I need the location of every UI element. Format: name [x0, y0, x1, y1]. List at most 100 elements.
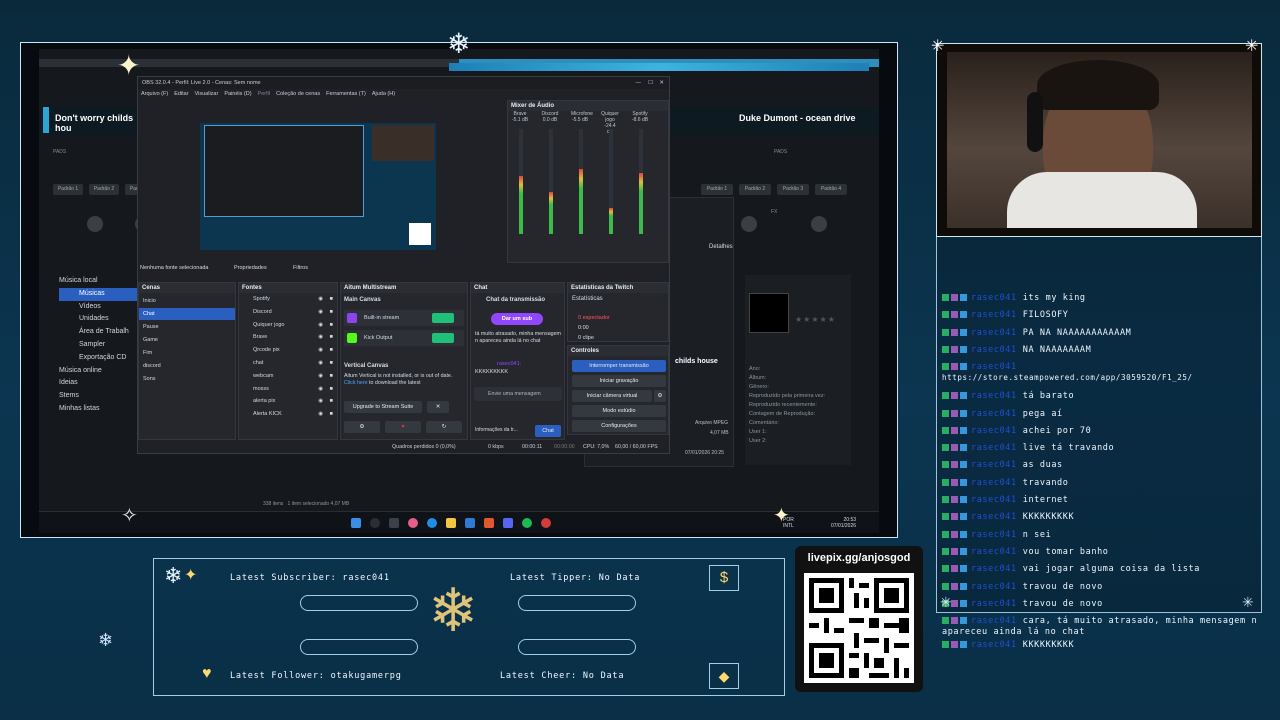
rating-stars[interactable]: ★★★★★ — [795, 315, 836, 324]
refresh-icon[interactable]: ↻ — [426, 421, 462, 433]
volume-meter[interactable] — [579, 129, 583, 234]
volume-meter[interactable] — [609, 129, 613, 234]
visibility-eye-icon[interactable]: ◉ — [318, 370, 323, 382]
source-item[interactable]: Brave ◉ ■ — [239, 331, 337, 344]
visibility-eye-icon[interactable]: ◉ — [318, 383, 323, 395]
folder-icon[interactable] — [446, 518, 456, 528]
source-item[interactable]: Discord ◉ ■ — [239, 306, 337, 319]
menu-item[interactable]: Coleção de cenas — [276, 89, 320, 100]
lock-icon[interactable]: ■ — [330, 331, 333, 343]
scene-item[interactable]: Game — [139, 334, 235, 346]
properties-button[interactable]: Propriedades — [234, 265, 267, 271]
output-toggle[interactable] — [432, 313, 454, 323]
menu-item[interactable]: Visualizar — [195, 89, 219, 100]
task-view-icon[interactable] — [389, 518, 399, 528]
lock-icon[interactable]: ■ — [330, 344, 333, 356]
stop-stream-button[interactable]: Interromper transmissão — [572, 360, 666, 372]
volume-meter[interactable] — [549, 129, 553, 234]
pad-button[interactable]: Padrão 2 — [89, 184, 119, 195]
chat-link[interactable]: https://store.steampowered.com/app/30595… — [942, 373, 1193, 382]
store-icon[interactable] — [465, 518, 475, 528]
upgrade-button[interactable]: Upgrade to Stream Suite — [344, 401, 422, 413]
visibility-eye-icon[interactable]: ◉ — [318, 357, 323, 369]
fx-knob-right[interactable] — [811, 216, 827, 232]
source-item[interactable]: mosss ◉ ■ — [239, 383, 337, 396]
menu-item[interactable]: Editar — [174, 89, 188, 100]
visibility-eye-icon[interactable]: ◉ — [318, 293, 323, 305]
discord-icon[interactable] — [503, 518, 513, 528]
chat-send-button[interactable]: Chat — [535, 425, 561, 437]
visibility-eye-icon[interactable]: ◉ — [318, 331, 323, 343]
download-link[interactable]: Click here — [344, 380, 368, 386]
close-icon[interactable]: ✕ — [427, 401, 449, 413]
lock-icon[interactable]: ■ — [330, 408, 333, 420]
visibility-eye-icon[interactable]: ◉ — [318, 319, 323, 331]
source-item[interactable]: Spotify ◉ ■ — [239, 293, 337, 306]
source-item[interactable]: chat ◉ ■ — [239, 357, 337, 370]
scene-item[interactable]: Pause — [139, 321, 235, 333]
pad-button[interactable]: Padrão 2 — [739, 184, 771, 195]
menu-item[interactable]: Ferramentas (T) — [326, 89, 366, 100]
lock-icon[interactable]: ■ — [330, 357, 333, 369]
visibility-eye-icon[interactable]: ◉ — [318, 344, 323, 356]
gear-icon[interactable]: ⚙ — [654, 390, 666, 402]
menu-item[interactable]: Painéis (D) — [224, 89, 251, 100]
lock-icon[interactable]: ■ — [330, 293, 333, 305]
heart-icon[interactable]: ♥ — [385, 421, 421, 433]
minimize-icon[interactable]: — — [636, 77, 642, 89]
search-icon[interactable] — [370, 518, 380, 528]
volume-meter[interactable] — [639, 129, 643, 234]
source-item[interactable]: webcam ◉ ■ — [239, 370, 337, 383]
lock-icon[interactable]: ■ — [330, 306, 333, 318]
menu-item[interactable]: Arquivo (F) — [141, 89, 168, 100]
app-icon[interactable] — [408, 518, 418, 528]
edge-icon[interactable] — [427, 518, 437, 528]
lock-icon[interactable]: ■ — [330, 383, 333, 395]
source-item[interactable]: alerta pix ◉ ■ — [239, 395, 337, 408]
chat-input[interactable]: Envie uma mensagem — [474, 387, 562, 401]
pad-button[interactable]: Padrão 3 — [777, 184, 809, 195]
source-item[interactable]: Quiquer jogo ◉ ■ — [239, 319, 337, 332]
lock-icon[interactable]: ■ — [330, 319, 333, 331]
pad-button[interactable]: Padrão 1 — [701, 184, 733, 195]
maximize-icon[interactable]: ☐ — [648, 77, 653, 89]
source-item[interactable]: Alerta KICK ◉ ■ — [239, 408, 337, 421]
pad-button[interactable]: Padrão 1 — [53, 184, 83, 195]
brave-icon[interactable] — [484, 518, 494, 528]
virtual-camera-button[interactable]: Iniciar câmera virtual — [572, 390, 652, 402]
visibility-eye-icon[interactable]: ◉ — [318, 408, 323, 420]
obs-preview[interactable] — [200, 123, 436, 250]
details-tab[interactable]: Detalhes — [709, 244, 733, 250]
start-recording-button[interactable]: Iniciar gravação — [572, 375, 666, 387]
lock-icon[interactable]: ■ — [330, 395, 333, 407]
windows-start-icon[interactable] — [351, 518, 361, 528]
menu-item[interactable]: Ajuda (H) — [372, 89, 395, 100]
filter-knob[interactable] — [87, 216, 103, 232]
visibility-eye-icon[interactable]: ◉ — [318, 395, 323, 407]
settings-gear-icon[interactable]: ⚙ — [344, 421, 380, 433]
scene-item[interactable]: Sons — [139, 373, 235, 385]
studio-mode-button[interactable]: Modo estúdio — [572, 405, 666, 417]
scene-item[interactable]: Fim — [139, 347, 235, 359]
spotify-icon[interactable] — [522, 518, 532, 528]
close-icon[interactable]: ✕ — [659, 77, 664, 89]
lock-icon[interactable]: ■ — [330, 370, 333, 382]
qr-code[interactable] — [804, 573, 914, 683]
metadata-label: User 1: — [749, 429, 767, 435]
scene-item[interactable]: discord — [139, 360, 235, 372]
obs-icon[interactable] — [541, 518, 551, 528]
output-toggle[interactable] — [432, 333, 454, 343]
settings-button[interactable]: Configurações — [572, 420, 666, 432]
sub-button[interactable]: Dar um sub — [491, 313, 543, 325]
source-item[interactable]: Qrcode pix ◉ ■ — [239, 344, 337, 357]
taskbar-clock[interactable]: 20:53 07/01/2026 — [831, 517, 856, 529]
scene-item[interactable]: Inicio — [139, 295, 235, 307]
visibility-eye-icon[interactable]: ◉ — [318, 306, 323, 318]
filters-button[interactable]: Filtros — [293, 265, 308, 271]
filter-knob-right[interactable] — [741, 216, 757, 232]
pad-button[interactable]: Padrão 4 — [815, 184, 847, 195]
scene-item[interactable]: Chat — [139, 308, 235, 320]
volume-meter[interactable] — [519, 129, 523, 234]
stream-info-button[interactable]: Informações da tr... — [475, 427, 518, 433]
menu-item[interactable]: Perfil — [258, 89, 271, 100]
